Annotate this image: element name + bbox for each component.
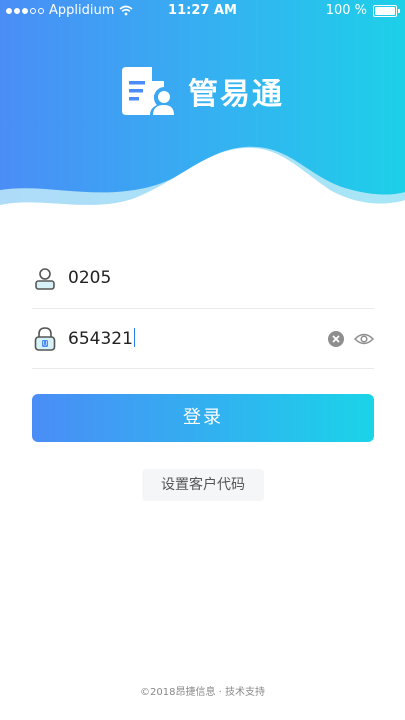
header-banner: Applidium 11:27 AM 100 % 管易通 bbox=[0, 0, 405, 215]
battery-group: 100 % bbox=[325, 3, 400, 18]
password-text: 654321 bbox=[68, 329, 133, 349]
status-bar: Applidium 11:27 AM 100 % bbox=[0, 0, 405, 22]
set-customer-code-button[interactable]: 设置客户代码 bbox=[142, 469, 264, 501]
document-user-icon bbox=[122, 67, 174, 115]
password-field[interactable]: U 654321 bbox=[32, 310, 374, 369]
battery-percent: 100 % bbox=[325, 3, 367, 18]
user-icon bbox=[35, 268, 55, 290]
battery-icon bbox=[373, 4, 400, 17]
clear-icon[interactable] bbox=[328, 331, 344, 347]
username-field[interactable]: 0205 bbox=[32, 250, 374, 309]
footer-copyright: ©2018昂捷信息 · 技术支持 bbox=[140, 687, 265, 698]
brand: 管易通 bbox=[122, 67, 284, 115]
svg-text:U: U bbox=[43, 342, 47, 348]
eye-icon[interactable] bbox=[354, 331, 374, 347]
app-title: 管易通 bbox=[188, 77, 284, 112]
text-cursor bbox=[133, 328, 135, 347]
username-input[interactable]: 0205 bbox=[68, 268, 111, 288]
login-button[interactable]: 登录 bbox=[32, 394, 374, 442]
password-input[interactable]: 654321 bbox=[68, 328, 135, 349]
lock-icon: U bbox=[34, 327, 56, 351]
